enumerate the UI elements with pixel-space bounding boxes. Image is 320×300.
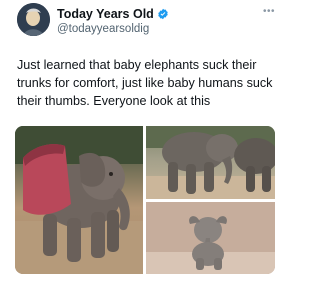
media-image-3[interactable] — [146, 202, 275, 274]
media-image-2[interactable] — [146, 126, 275, 199]
avatar[interactable] — [17, 3, 50, 36]
more-options-icon[interactable]: ••• — [263, 6, 275, 17]
verified-badge-icon — [158, 8, 168, 20]
author-name[interactable]: Today Years Old — [57, 7, 154, 21]
tweet-text: Just learned that baby elephants suck th… — [17, 58, 273, 108]
media-image-1[interactable] — [15, 126, 143, 274]
baby-elephant-sitting-image — [146, 202, 275, 274]
author-handle[interactable]: @todayyearsoldig — [57, 23, 149, 35]
tweet-media-grid[interactable] — [15, 126, 275, 274]
avatar-photo-icon — [17, 3, 50, 36]
elephants-walking-image — [146, 126, 275, 199]
baby-elephant-blanket-image — [15, 126, 143, 274]
author-name-row: Today Years Old — [57, 7, 169, 21]
